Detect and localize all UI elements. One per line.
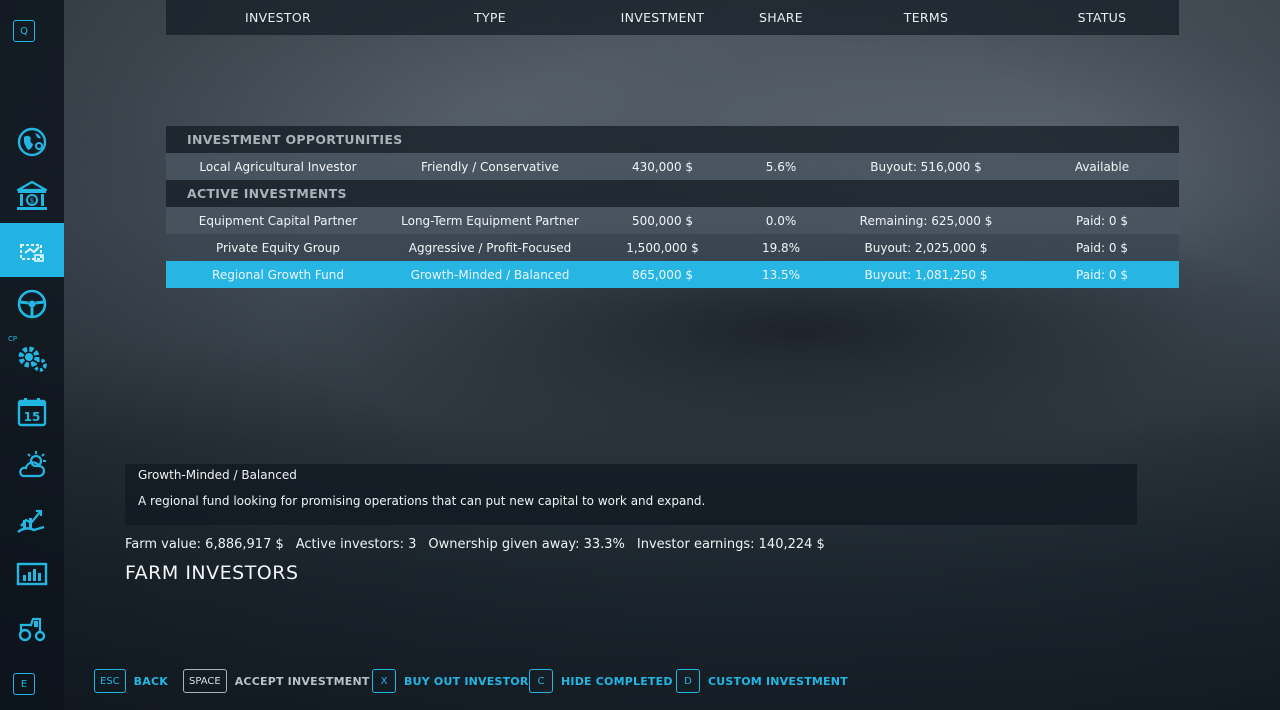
vehicles-nav-button[interactable]: [0, 280, 64, 328]
back-button[interactable]: ESC BACK: [94, 669, 168, 693]
section-active-investments: ACTIVE INVESTMENTS: [166, 180, 1179, 207]
cell-investor: Regional Growth Fund: [212, 267, 344, 282]
map-nav-button[interactable]: [0, 118, 64, 166]
cell-type: Growth-Minded / Balanced: [410, 267, 570, 282]
table-row[interactable]: Local Agricultural Investor Friendly / C…: [166, 153, 1179, 180]
header-investor: INVESTOR: [245, 10, 311, 25]
header-investment: INVESTMENT: [620, 10, 705, 25]
cell-investor: Local Agricultural Investor: [199, 159, 357, 174]
cell-investment: 430,000 $: [631, 159, 694, 174]
cell-share: 5.6%: [765, 159, 797, 174]
steering-wheel-icon: [17, 289, 47, 319]
back-label: BACK: [133, 674, 168, 688]
farm-stats: Farm value: 6,886,917 $ Active investors…: [125, 537, 825, 552]
cell-investment: 865,000 $: [631, 267, 694, 282]
investor-description-panel: Growth-Minded / Balanced A regional fund…: [125, 464, 1137, 525]
header-share: SHARE: [759, 10, 803, 25]
active-investors: Active investors: 3: [295, 537, 417, 552]
investor-earnings: Investor earnings: 140,224 $: [636, 537, 825, 552]
esc-key: ESC: [94, 669, 126, 693]
cell-status: Paid: 0 $: [1076, 213, 1128, 228]
statistics-icon: [16, 562, 48, 586]
cell-terms: Buyout: 2,025,000 $: [864, 240, 988, 255]
table-spacer: [166, 35, 1179, 126]
prev-page-key[interactable]: Q: [13, 20, 35, 42]
space-key: SPACE: [183, 669, 227, 693]
statistics-nav-button[interactable]: [0, 551, 64, 599]
header-terms: TERMS: [903, 10, 949, 25]
weather-icon: [19, 451, 46, 478]
next-page-key[interactable]: E: [13, 673, 35, 695]
production-nav-button[interactable]: [0, 333, 64, 381]
finance-nav-button[interactable]: $: [0, 172, 64, 220]
cell-terms: Buyout: 1,081,250 $: [864, 267, 988, 282]
investors-table: INVESTOR TYPE INVESTMENT SHARE TERMS STA…: [166, 0, 1179, 288]
weather-nav-button[interactable]: [0, 441, 64, 489]
prices-nav-button[interactable]: [0, 495, 64, 543]
farm-value: Farm value: 6,886,917 $: [125, 537, 284, 552]
cell-terms: Remaining: 625,000 $: [859, 213, 993, 228]
cell-status: Paid: 0 $: [1076, 240, 1128, 255]
investors-icon: [20, 244, 44, 262]
header-type: TYPE: [474, 10, 506, 25]
cell-investor: Private Equity Group: [216, 240, 340, 255]
accept-investment-label: ACCEPT INVESTMENT: [234, 674, 370, 688]
globe-map-icon: [17, 127, 47, 157]
d-key: D: [676, 669, 700, 693]
cell-status: Paid: 0 $: [1076, 267, 1128, 282]
table-row[interactable]: Equipment Capital Partner Long-Term Equi…: [166, 207, 1179, 234]
calendar-nav-button[interactable]: 15: [0, 388, 64, 436]
tractor-icon: [18, 617, 46, 642]
calendar-icon: 15: [17, 398, 47, 427]
page-title: FARM INVESTORS: [125, 562, 299, 584]
garage-nav-button[interactable]: [0, 604, 64, 652]
bank-finance-icon: $: [16, 180, 48, 210]
custom-investment-label: CUSTOM INVESTMENT: [708, 674, 848, 688]
gear-production-icon: [18, 346, 47, 372]
accept-investment-button[interactable]: SPACE ACCEPT INVESTMENT: [183, 669, 370, 693]
buy-out-investor-label: BUY OUT INVESTOR: [404, 674, 529, 688]
cell-type: Long-Term Equipment Partner: [401, 213, 579, 228]
cell-share: 0.0%: [765, 213, 797, 228]
hide-completed-label: HIDE COMPLETED: [561, 674, 673, 688]
cell-terms: Buyout: 516,000 $: [870, 159, 982, 174]
svg-text:$: $: [30, 197, 34, 205]
x-key: X: [372, 669, 396, 693]
cell-investment: 500,000 $: [631, 213, 694, 228]
table-row-selected[interactable]: Regional Growth Fund Growth-Minded / Bal…: [166, 261, 1179, 288]
cell-investor: Equipment Capital Partner: [198, 213, 358, 228]
buy-out-investor-button[interactable]: X BUY OUT INVESTOR: [372, 669, 529, 693]
investors-nav-button[interactable]: [0, 223, 64, 277]
description-text: A regional fund looking for promising op…: [138, 494, 706, 508]
c-key: C: [529, 669, 553, 693]
table-header: INVESTOR TYPE INVESTMENT SHARE TERMS STA…: [166, 0, 1179, 35]
cell-share: 19.8%: [761, 240, 801, 255]
section-investment-opportunities: INVESTMENT OPPORTUNITIES: [166, 126, 1179, 153]
cell-share: 13.5%: [761, 267, 801, 282]
hide-completed-button[interactable]: C HIDE COMPLETED: [529, 669, 673, 693]
description-title: Growth-Minded / Balanced: [138, 468, 297, 482]
ownership-given-away: Ownership given away: 33.3%: [428, 537, 625, 552]
header-status: STATUS: [1077, 10, 1127, 25]
cell-type: Friendly / Conservative: [421, 159, 559, 174]
table-row[interactable]: Private Equity Group Aggressive / Profit…: [166, 234, 1179, 261]
cell-type: Aggressive / Profit-Focused: [408, 240, 572, 255]
custom-investment-button[interactable]: D CUSTOM INVESTMENT: [676, 669, 848, 693]
calendar-day: 15: [24, 410, 41, 424]
growth-hand-icon: [17, 509, 45, 533]
cell-status: Available: [1074, 159, 1130, 174]
sidebar: Q $ CP 15 E: [0, 0, 64, 710]
cell-investment: 1,500,000 $: [626, 240, 699, 255]
